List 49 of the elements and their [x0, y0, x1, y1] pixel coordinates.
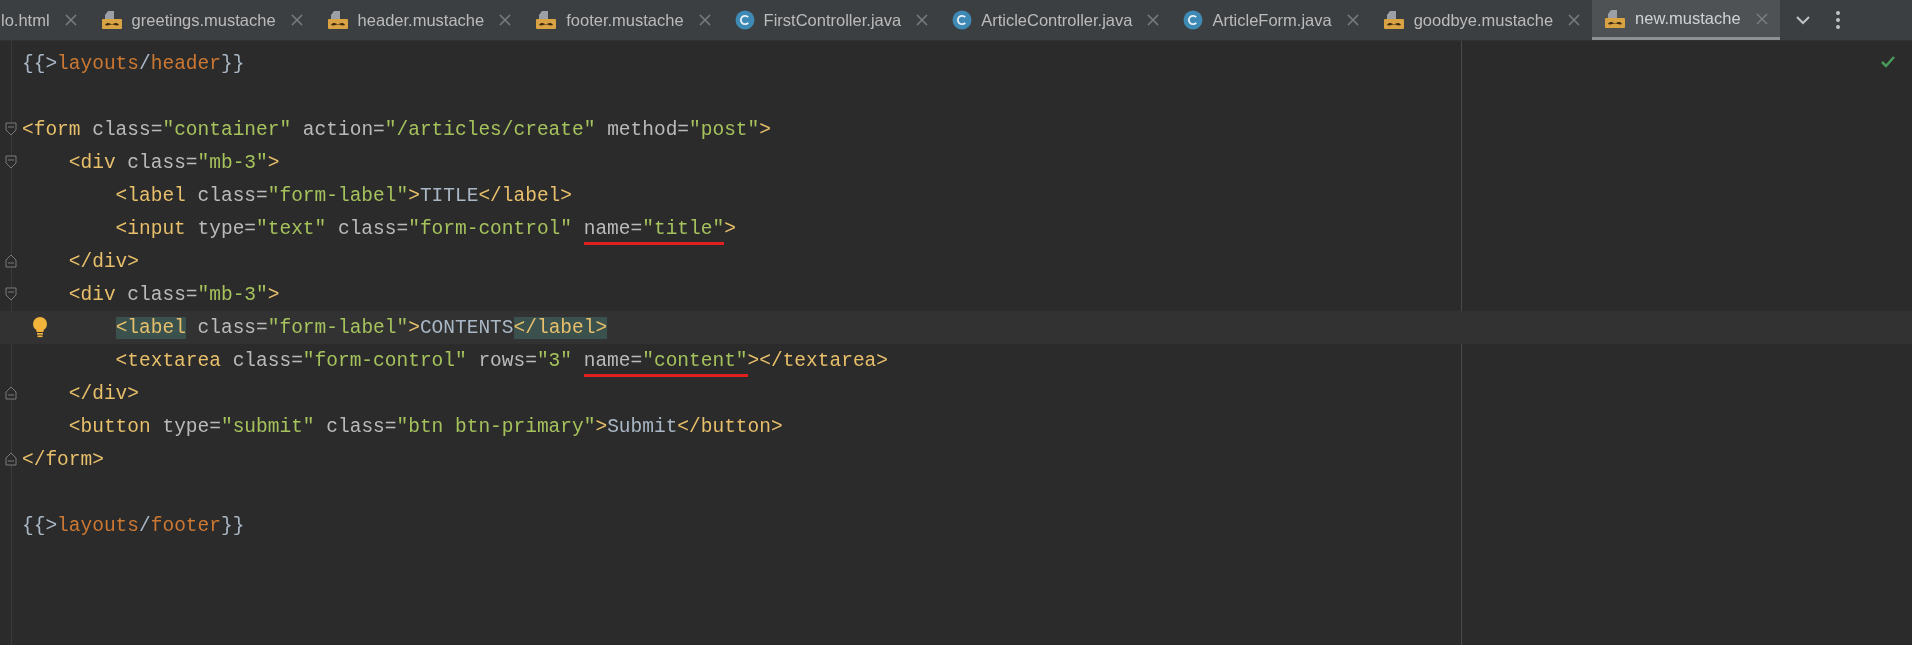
code-line: <button type="submit" class="btn btn-primary">Submit</button> — [67, 414, 783, 440]
class-file-icon — [1183, 10, 1204, 30]
close-icon[interactable] — [499, 14, 512, 26]
check-icon — [1880, 55, 1896, 69]
code-line: <label class="form-label">CONTENTS</label> — [114, 315, 608, 341]
close-icon[interactable] — [1346, 14, 1359, 26]
close-icon[interactable] — [64, 14, 77, 26]
close-icon[interactable] — [1568, 14, 1581, 26]
fold-icon[interactable] — [5, 155, 17, 169]
mustache-file-icon — [100, 10, 123, 30]
editor-tab[interactable]: footer.mustache — [523, 0, 723, 40]
editor-tab[interactable]: greetings.mustache — [88, 0, 315, 40]
chevron-down-icon[interactable] — [1795, 15, 1810, 25]
code-line: <div class="mb-3"> — [67, 150, 280, 176]
code-line: <input type="text" class="form-control" name="title"> — [22, 214, 736, 243]
code-line: {{>layouts/header}} — [22, 51, 245, 77]
mustache-file-icon — [1604, 8, 1627, 29]
close-icon[interactable] — [916, 14, 929, 26]
editor-tab[interactable]: ArticleController.java — [940, 0, 1172, 40]
code-line: </div> — [67, 381, 140, 407]
code-line: <label class="form-label">TITLE</label> — [114, 183, 573, 209]
editor-tab[interactable]: header.mustache — [314, 0, 524, 40]
editor-tab[interactable]: FirstController.java — [722, 0, 941, 40]
close-icon[interactable] — [1147, 14, 1160, 26]
code-line: <textarea class="form-control" rows="3" name="content"></textarea> — [22, 346, 888, 375]
more-options-icon[interactable] — [1835, 11, 1840, 29]
code-line: <div class="mb-3"> — [67, 282, 280, 308]
lightbulb-icon[interactable] — [32, 316, 48, 338]
code-line: {{>layouts/footer}} — [22, 513, 245, 539]
code-line: </form> — [22, 447, 104, 473]
editor-tab[interactable]: ArticleForm.java — [1171, 0, 1371, 40]
close-icon[interactable] — [290, 14, 303, 26]
editor-tab[interactable]: lo.html — [0, 0, 89, 40]
mustache-file-icon — [535, 10, 558, 30]
close-icon[interactable] — [698, 14, 711, 26]
fold-icon[interactable] — [5, 452, 17, 466]
fold-icon[interactable] — [5, 122, 17, 136]
fold-icon[interactable] — [5, 386, 17, 400]
class-file-icon — [952, 10, 973, 30]
editor-tab[interactable]: goodbye.mustache — [1370, 0, 1593, 40]
mustache-file-icon — [1382, 10, 1405, 30]
fold-icon[interactable] — [5, 254, 17, 268]
code-line: </div> — [67, 249, 140, 275]
class-file-icon — [734, 10, 755, 30]
fold-icon[interactable] — [5, 287, 17, 301]
mustache-file-icon — [326, 10, 349, 30]
editor-tab[interactable]: new.mustache — [1592, 0, 1780, 40]
close-icon[interactable] — [1755, 12, 1768, 25]
code-line: <form class="container" action="/articles/create" method="post"> — [22, 117, 771, 143]
